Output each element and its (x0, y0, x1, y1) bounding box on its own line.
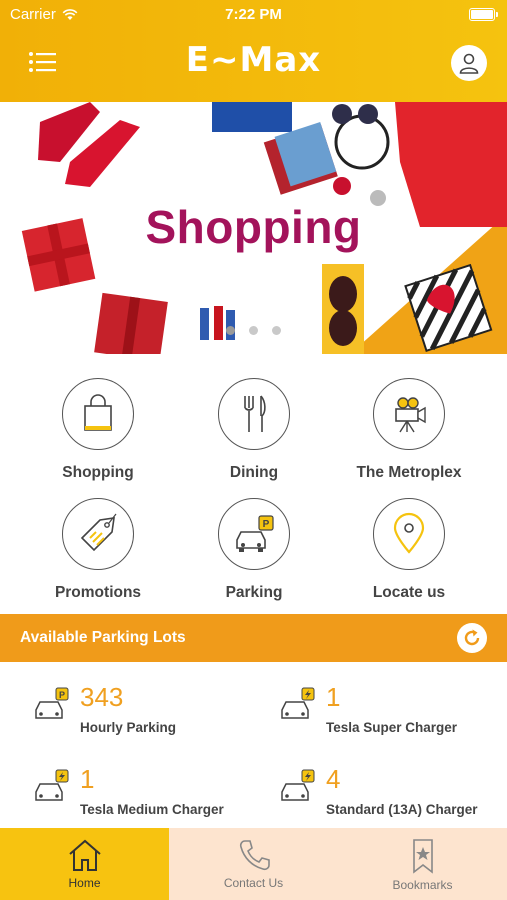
parking-circle: P (218, 498, 290, 570)
parking-stats: P 343 Hourly Parking 1 Tesla Super Charg… (0, 662, 507, 828)
car-charger-icon (281, 687, 315, 719)
tab-contact-us[interactable]: Contact Us (169, 828, 338, 900)
bookmark-icon (412, 839, 433, 874)
parking-lot-item: 1 Tesla Medium Charger (34, 744, 274, 824)
refresh-button[interactable] (457, 623, 487, 653)
category-grid: Shopping Dining The Metroplex Promotions… (0, 366, 507, 606)
status-bar: Carrier 7:22 PM (0, 0, 507, 30)
tile-shopping[interactable]: Shopping (23, 378, 173, 482)
movie-camera-icon (395, 397, 426, 433)
tile-promotions[interactable]: Promotions (23, 498, 173, 602)
profile-button[interactable] (451, 45, 487, 81)
lot-count: 4 (326, 764, 341, 794)
map-pin-icon (393, 512, 425, 554)
phone-icon (239, 840, 270, 871)
parking-title: Available Parking Lots (20, 629, 186, 646)
tile-locate-us[interactable]: Locate us (334, 498, 484, 602)
tile-label: Parking (225, 584, 283, 601)
car-charger-icon (281, 769, 315, 801)
status-time: 7:22 PM (225, 6, 282, 23)
tile-label: Shopping (62, 464, 134, 481)
locate-circle (373, 498, 445, 570)
battery-icon (469, 8, 498, 21)
parking-lot-item: 4 Standard (13A) Charger (280, 744, 507, 824)
car-charger-icon (35, 769, 69, 801)
tile-parking[interactable]: P Parking (179, 498, 329, 602)
carousel-dot[interactable] (272, 326, 281, 335)
svg-text:P: P (263, 519, 270, 530)
tab-label: Bookmarks (392, 878, 453, 892)
tab-home[interactable]: Home (0, 828, 169, 900)
parking-section-header: Available Parking Lots (0, 614, 507, 662)
carousel-dot[interactable] (226, 326, 235, 335)
user-icon (459, 53, 479, 74)
tab-label: Contact Us (223, 876, 284, 890)
tile-label: Dining (229, 464, 279, 481)
lot-count: 1 (80, 764, 95, 794)
svg-text:P: P (59, 690, 65, 700)
car-parking-icon: P (35, 687, 69, 719)
carousel-dot[interactable] (249, 326, 258, 335)
tile-label: Locate us (372, 584, 446, 601)
price-tag-icon (80, 513, 117, 552)
dining-circle (218, 378, 290, 450)
fork-knife-icon (244, 395, 266, 432)
app-header: Carrier 7:22 PM E~Max (0, 0, 507, 102)
shopping-bag-icon (84, 394, 112, 431)
lot-count: 1 (326, 682, 341, 712)
parking-lot-item: P 343 Hourly Parking (34, 662, 274, 742)
lot-count: 343 (80, 682, 124, 712)
tile-label: Promotions (54, 584, 142, 601)
banner-title: Shopping (145, 201, 362, 253)
bottom-tab-bar: Home Contact Us Bookmarks (0, 828, 507, 900)
lot-name: Tesla Medium Charger (80, 802, 224, 817)
refresh-icon (464, 629, 480, 646)
lot-name: Standard (13A) Charger (326, 802, 478, 817)
lot-name: Hourly Parking (80, 720, 177, 735)
parking-lot-item: 1 Tesla Super Charger (280, 662, 507, 742)
tab-bookmarks[interactable]: Bookmarks (338, 828, 507, 900)
metroplex-circle (373, 378, 445, 450)
tile-dining[interactable]: Dining (179, 378, 329, 482)
carousel-dots[interactable] (0, 326, 507, 335)
promotions-circle (62, 498, 134, 570)
car-parking-icon: P (236, 515, 274, 552)
tile-metroplex[interactable]: The Metroplex (334, 378, 484, 482)
home-icon (68, 839, 101, 871)
lot-name: Tesla Super Charger (326, 720, 458, 735)
tab-label: Home (68, 876, 101, 890)
tile-label: The Metroplex (356, 464, 462, 481)
brand-logo: E~Max (185, 40, 322, 80)
promo-banner[interactable]: Shopping (0, 102, 507, 354)
shopping-circle (62, 378, 134, 450)
